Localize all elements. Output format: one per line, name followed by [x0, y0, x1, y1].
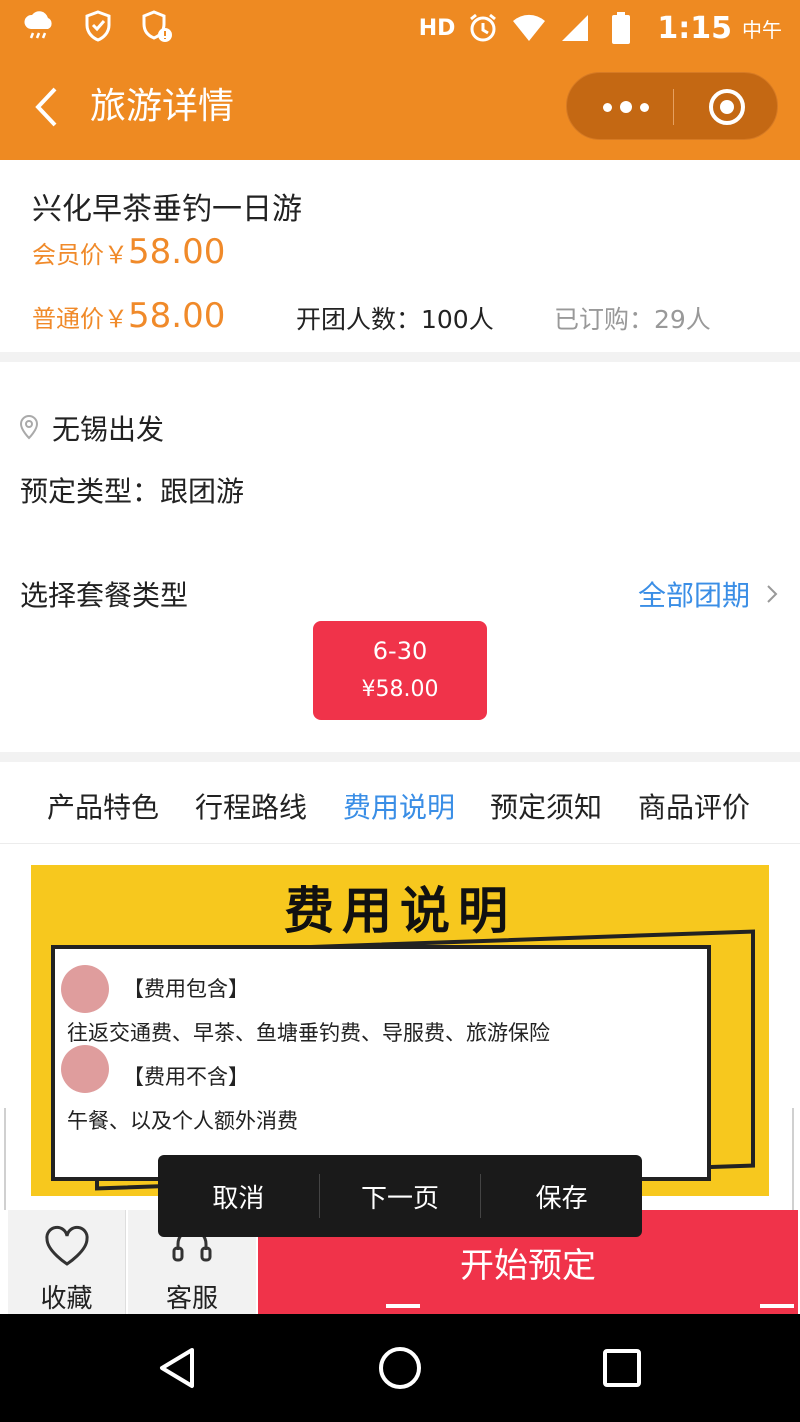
package-type-label: 选择套餐类型 [20, 579, 189, 612]
ordered-count: 已订购：29人 [554, 305, 711, 334]
tab-itinerary[interactable]: 行程路线 [195, 786, 307, 826]
excluded-text: 午餐、以及个人额外消费 [67, 1109, 298, 1133]
hd-indicator: HD [418, 15, 456, 41]
bullet-dot [61, 965, 109, 1013]
corner-mark [386, 1304, 420, 1308]
system-navigation-bar [0, 1314, 800, 1422]
more-dots-icon[interactable] [593, 87, 659, 127]
package-price: ¥58.00 [361, 677, 439, 702]
recent-apps-icon[interactable] [598, 1344, 646, 1392]
package-date: 6-30 [372, 637, 428, 665]
product-title: 兴化早茶垂钓一日游 [32, 192, 302, 227]
next-page-button[interactable]: 下一页 [320, 1178, 481, 1215]
back-button[interactable] [26, 84, 66, 130]
cancel-button[interactable]: 取消 [158, 1178, 319, 1215]
chevron-left-icon [35, 87, 57, 127]
corner-mark [760, 1304, 794, 1308]
excluded-title: 【费用不含】 [123, 1065, 249, 1089]
chevron-right-icon [767, 585, 778, 603]
clock-time: 1:15 [657, 10, 732, 46]
alarm-icon [465, 10, 501, 46]
section-separator [0, 352, 800, 362]
bullet-dot [61, 1045, 109, 1093]
back-triangle-icon[interactable] [154, 1344, 202, 1392]
weather-rain-icon [22, 8, 58, 44]
page-title: 旅游详情 [90, 86, 235, 127]
target-icon[interactable] [707, 87, 747, 127]
mini-program-capsule [566, 72, 778, 140]
battery-icon [603, 10, 639, 46]
member-price-value: 58.00 [128, 232, 226, 272]
service-label: 客服 [165, 1284, 218, 1314]
booking-type: 预定类型：跟团游 [20, 475, 245, 508]
member-price-label: 会员价￥ [32, 241, 128, 269]
nav-bar: 旅游详情 [0, 56, 800, 160]
clock-period: 中午 [742, 17, 782, 42]
package-option[interactable]: 6-30 ¥58.00 [313, 621, 487, 720]
tab-reviews[interactable]: 商品评价 [638, 786, 750, 826]
wifi-icon [511, 10, 547, 46]
signal-icon [557, 10, 593, 46]
all-dates-label: 全部团期 [637, 579, 750, 612]
fee-description-image: 费用说明 【费用包含】 往返交通费、早茶、鱼塘垂钓费、导服费、旅游保险 【费用不… [31, 865, 769, 1196]
floating-menu: 取消 下一页 保存 [158, 1155, 642, 1237]
section-separator [0, 752, 800, 762]
normal-price: 普通价￥58.00 [32, 296, 225, 336]
shield-alert-icon [138, 8, 174, 44]
status-bar: HD 1:15 中午 [0, 0, 800, 56]
tab-fee-description[interactable]: 费用说明 [343, 786, 455, 826]
location-icon [19, 414, 39, 440]
tab-booking-notice[interactable]: 预定须知 [490, 786, 602, 826]
capsule-divider [673, 89, 674, 125]
home-circle-icon[interactable] [376, 1344, 424, 1392]
group-size: 开团人数：100人 [296, 305, 494, 334]
favorite-button[interactable]: 收藏 [8, 1210, 126, 1314]
all-dates-link[interactable]: 全部团期 [638, 574, 778, 614]
save-button[interactable]: 保存 [481, 1178, 642, 1215]
normal-price-label: 普通价￥ [32, 305, 128, 333]
product-header: 兴化早茶垂钓一日游 会员价￥58.00 普通价￥58.00 开团人数：100人 … [0, 160, 800, 352]
member-price: 会员价￥58.00 [32, 232, 225, 272]
detail-tabs: 产品特色 行程路线 费用说明 预定须知 商品评价 [0, 762, 800, 844]
included-title: 【费用包含】 [123, 977, 249, 1001]
fee-board: 【费用包含】 往返交通费、早茶、鱼塘垂钓费、导服费、旅游保险 【费用不含】 午餐… [51, 945, 711, 1181]
trip-info: 无锡出发 预定类型：跟团游 选择套餐类型 全部团期 6-30 ¥58.00 [0, 362, 800, 752]
shield-check-icon [80, 8, 116, 44]
favorite-label: 收藏 [40, 1284, 93, 1314]
tab-product-features[interactable]: 产品特色 [47, 786, 159, 826]
normal-price-value: 58.00 [128, 296, 226, 336]
departure-city: 无锡出发 [52, 413, 165, 446]
heart-icon [44, 1225, 89, 1266]
included-text: 往返交通费、早茶、鱼塘垂钓费、导服费、旅游保险 [67, 1021, 550, 1045]
